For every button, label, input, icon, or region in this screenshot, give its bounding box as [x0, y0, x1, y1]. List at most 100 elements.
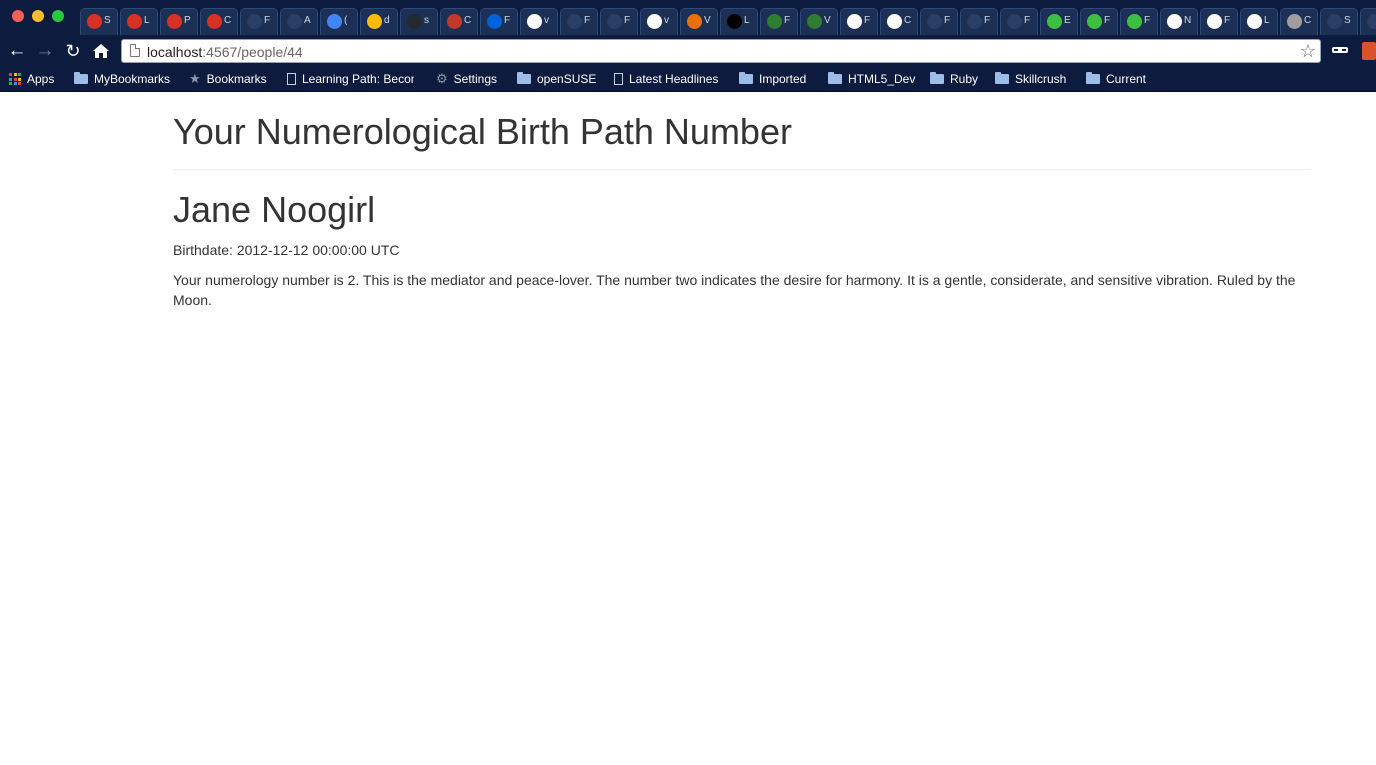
bookmark-current[interactable]: Current [1086, 70, 1146, 88]
blank-icon [1007, 14, 1022, 29]
browser-tab[interactable]: v [640, 8, 678, 35]
tab-title: F [944, 15, 951, 26]
apps-icon [9, 73, 21, 85]
tab-title: C [224, 15, 232, 26]
tab-title: A [304, 15, 311, 26]
browser-tab[interactable]: F [240, 8, 278, 35]
browser-tab[interactable]: C [440, 8, 478, 35]
tab-title: P [184, 15, 191, 26]
bookmark-settings[interactable]: ⚙ Settings [436, 70, 497, 88]
u-icon [1087, 14, 1102, 29]
browser-tab[interactable]: C [1280, 8, 1318, 35]
browser-tab[interactable]: L [1240, 8, 1278, 35]
browser-tab[interactable]: F [600, 8, 638, 35]
back-arrow-icon[interactable]: ← [6, 40, 28, 62]
bookmark-opensuse[interactable]: openSUSE [517, 70, 596, 88]
browser-tab[interactable]: F [760, 8, 798, 35]
bookmark-html5-dev[interactable]: HTML5_Dev [828, 70, 915, 88]
blank-icon [247, 14, 262, 29]
bookmark-ruby[interactable]: Ruby [930, 70, 978, 88]
browser-tab[interactable]: E [1040, 8, 1078, 35]
google-icon [647, 14, 662, 29]
address-bar[interactable]: localhost:4567/people/44 ☆ [121, 39, 1321, 63]
home-icon[interactable] [90, 40, 112, 62]
close-window-button[interactable] [12, 10, 24, 22]
browser-tab[interactable]: N [1160, 8, 1198, 35]
tab-title: F [504, 15, 511, 26]
browser-tab[interactable]: V [800, 8, 838, 35]
browser-tab[interactable]: L [120, 8, 158, 35]
tree-icon [567, 14, 582, 29]
browser-tab[interactable]: F [1000, 8, 1038, 35]
tree-icon [607, 14, 622, 29]
browser-tab[interactable]: S [80, 8, 118, 35]
browser-tab[interactable]: F [920, 8, 958, 35]
bookmark-skillcrush[interactable]: Skillcrush [995, 70, 1066, 88]
g-icon [727, 14, 742, 29]
pixel-icon [767, 14, 782, 29]
tab-title: L [744, 15, 750, 26]
extension-icon[interactable] [1362, 42, 1376, 60]
browser-tab[interactable]: ( [320, 8, 358, 35]
blank-icon [927, 14, 942, 29]
browser-tab[interactable]: F [1200, 8, 1238, 35]
bookmark-bookmarks[interactable]: ★ Bookmarks [189, 70, 267, 88]
person-name: Jane Noogirl [173, 189, 376, 230]
browser-tab[interactable]: d [360, 8, 398, 35]
tab-title: N [1184, 15, 1192, 26]
browser-tab[interactable]: A [280, 8, 318, 35]
panda-icon [1207, 14, 1222, 29]
bookmark-label: Settings [453, 72, 498, 86]
bookmark-mybookmarks[interactable]: MyBookmarks [74, 70, 170, 88]
bookmark-label: Current [1106, 72, 1147, 86]
u-icon [1047, 14, 1062, 29]
browser-tab[interactable]: F [480, 8, 518, 35]
maximize-window-button[interactable] [52, 10, 64, 22]
browser-tab[interactable]: F [840, 8, 878, 35]
minimize-window-button[interactable] [32, 10, 44, 22]
browser-tab[interactable]: C [880, 8, 918, 35]
page-icon [287, 73, 296, 85]
browser-tab[interactable]: L [720, 8, 758, 35]
extension-icon[interactable] [1331, 42, 1349, 60]
browser-tab[interactable]: v [520, 8, 558, 35]
browser-tab[interactable]: F [560, 8, 598, 35]
bookmark-latest-headlines[interactable]: Latest Headlines [614, 70, 718, 88]
bookmark-star-icon[interactable]: ☆ [1300, 40, 1316, 62]
page-header: Your Numerological Birth Path Number [173, 112, 1311, 170]
browser-tab[interactable]: F [1080, 8, 1118, 35]
red-circle-icon [207, 14, 222, 29]
u-icon [1127, 14, 1142, 29]
red-circle-icon [87, 14, 102, 29]
folder-icon [517, 72, 531, 84]
panda-icon [1247, 14, 1262, 29]
browser-tab[interactable]: P [160, 8, 198, 35]
bookmarks-bar: Apps MyBookmarks ★ Bookmarks Learning Path: … [0, 66, 1376, 92]
tab-strip: SLPCFA(dsCFvFFvVLFVFCFFFEFFNFLCSSN [0, 0, 1376, 36]
bookmark-label: Latest Headlines [629, 72, 719, 86]
page-icon [130, 44, 140, 57]
browser-tab[interactable]: F [960, 8, 998, 35]
browser-tab[interactable]: C [200, 8, 238, 35]
bookmark-imported[interactable]: Imported [739, 70, 806, 88]
browser-tab[interactable]: V [680, 8, 718, 35]
folder-icon [995, 72, 1009, 84]
browser-tab[interactable]: S [1320, 8, 1358, 35]
tab-title: ( [344, 15, 348, 26]
bookmark-learning-path-becon[interactable]: Learning Path: Becon [287, 70, 414, 88]
browser-tab[interactable]: F [1120, 8, 1158, 35]
browser-tab[interactable]: s [400, 8, 438, 35]
forward-arrow-icon[interactable]: → [34, 40, 56, 62]
reload-icon[interactable]: ↻ [62, 40, 84, 62]
blank-icon [967, 14, 982, 29]
bookmark-label: Ruby [950, 72, 979, 86]
gear-icon: ⚙ [436, 71, 448, 86]
folder-icon [1086, 72, 1100, 84]
blank-icon [287, 14, 302, 29]
blank-icon [1327, 14, 1342, 29]
tab-title: v [544, 15, 549, 26]
tab-title: F [1144, 15, 1151, 26]
browser-tab[interactable]: S [1360, 8, 1376, 35]
url-text[interactable]: localhost:4567/people/44 [147, 44, 303, 60]
bookmark-apps[interactable]: Apps [9, 70, 54, 88]
